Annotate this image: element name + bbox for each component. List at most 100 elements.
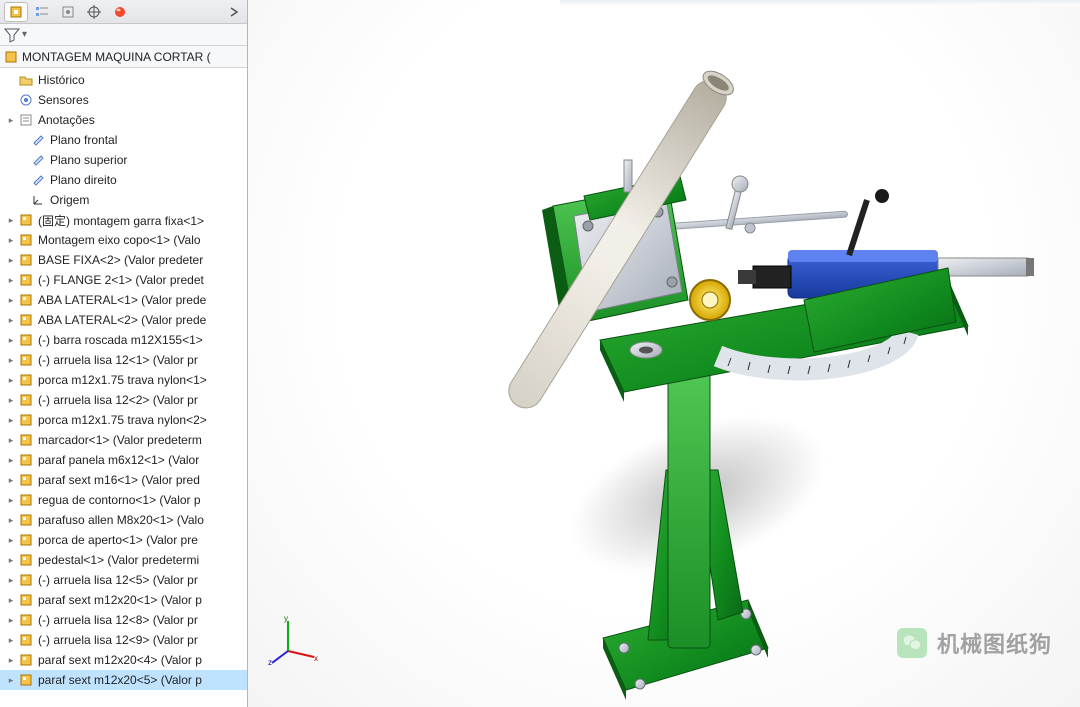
tree-node[interactable]: ▸ (-) arruela lisa 12<2> (Valor pr: [0, 390, 247, 410]
tree-node-label: (-) FLANGE 2<1> (Valor predet: [38, 273, 204, 287]
tree-node[interactable]: ▸(-) arruela lisa 12<8> (Valor pr: [0, 610, 247, 630]
tree-node-label: (-) barra roscada m12X155<1>: [38, 333, 203, 347]
expand-toggle-icon[interactable]: ▸: [6, 435, 16, 445]
tab-assembly[interactable]: [4, 2, 28, 22]
tree-node[interactable]: ▸pedestal<1> (Valor predetermi: [0, 550, 247, 570]
tree-node[interactable]: ▸porca m12x1.75 trava nylon<1>: [0, 370, 247, 390]
orientation-triad[interactable]: x y z: [268, 613, 322, 667]
tree-node[interactable]: ▸ (-) barra roscada m12X155<1>: [0, 330, 247, 350]
tree-node[interactable]: ▸paraf sext m12x20<4> (Valor p: [0, 650, 247, 670]
expand-toggle-icon[interactable]: ▸: [6, 415, 16, 425]
expand-toggle-icon[interactable]: ▸: [6, 535, 16, 545]
part-icon: [18, 552, 34, 568]
tab-appearance[interactable]: [108, 2, 132, 22]
expand-toggle-icon[interactable]: [18, 155, 28, 165]
funnel-icon: [4, 27, 20, 43]
tree-node-label: paraf sext m12x20<1> (Valor p: [38, 593, 202, 607]
expand-toggle-icon[interactable]: ▸: [6, 555, 16, 565]
expand-toggle-icon[interactable]: ▸: [6, 675, 16, 685]
expand-toggle-icon[interactable]: ▸: [6, 455, 16, 465]
tree-node[interactable]: ▸Montagem eixo copo<1> (Valo: [0, 230, 247, 250]
tree-node-label: Anotações: [38, 113, 95, 127]
tree-filter-bar[interactable]: ▾: [0, 24, 247, 46]
expand-toggle-icon[interactable]: ▸: [6, 335, 16, 345]
tree-node[interactable]: Origem: [0, 190, 247, 210]
tree-node[interactable]: ▸ (-) arruela lisa 12<9> (Valor pr: [0, 630, 247, 650]
feature-tree: Histórico Sensores ▸ Anotações Plano frontal…: [0, 68, 247, 707]
part-icon: [18, 572, 34, 588]
expand-toggle-icon[interactable]: ▸: [6, 395, 16, 405]
triad-x-label: x: [314, 654, 318, 663]
tree-node[interactable]: Plano superior: [0, 150, 247, 170]
tree-node[interactable]: ▸ (-) arruela lisa 12<5> (Valor pr: [0, 570, 247, 590]
tab-feature-tree[interactable]: [30, 2, 54, 22]
tree-node[interactable]: ▸paraf sext m12x20<5> (Valor p: [0, 670, 247, 690]
tree-node[interactable]: Plano direito: [0, 170, 247, 190]
tree-node[interactable]: ▸regua de contorno<1> (Valor p: [0, 490, 247, 510]
panel-tab-strip: [0, 0, 247, 24]
expand-toggle-icon[interactable]: [18, 175, 28, 185]
expand-toggle-icon[interactable]: [18, 195, 28, 205]
tree-node[interactable]: ▸ (固定) montagem garra fixa<1>: [0, 210, 247, 230]
tree-node[interactable]: ▸parafuso allen M8x20<1> (Valo: [0, 510, 247, 530]
graphics-viewport[interactable]: x y z 机械图纸狗: [248, 0, 1080, 707]
tree-node-label: (-) arruela lisa 12<5> (Valor pr: [38, 573, 198, 587]
tree-node-label: porca de aperto<1> (Valor pre: [38, 533, 198, 547]
expand-toggle-icon[interactable]: [6, 75, 16, 85]
tree-node-label: (-) arruela lisa 12<9> (Valor pr: [38, 633, 198, 647]
expand-toggle-icon[interactable]: ▸: [6, 475, 16, 485]
expand-toggle-icon[interactable]: ▸: [6, 115, 16, 125]
tree-node[interactable]: ▸ ABA LATERAL<2> (Valor prede: [0, 310, 247, 330]
expand-toggle-icon[interactable]: ▸: [6, 315, 16, 325]
tree-node-label: paraf panela m6x12<1> (Valor: [38, 453, 199, 467]
expand-toggle-icon[interactable]: ▸: [6, 355, 16, 365]
tree-node[interactable]: Plano frontal: [0, 130, 247, 150]
panel-collapse-chevron-icon[interactable]: [225, 3, 243, 21]
tree-node[interactable]: Sensores: [0, 90, 247, 110]
tree-node[interactable]: ▸ (-) FLANGE 2<1> (Valor predet: [0, 270, 247, 290]
tree-node-label: (-) arruela lisa 12<2> (Valor pr: [38, 393, 198, 407]
expand-toggle-icon[interactable]: ▸: [6, 495, 16, 505]
expand-toggle-icon[interactable]: ▸: [6, 215, 16, 225]
tree-node[interactable]: ▸paraf sext m16<1> (Valor pred: [0, 470, 247, 490]
expand-toggle-icon[interactable]: ▸: [6, 655, 16, 665]
expand-toggle-icon[interactable]: ▸: [6, 635, 16, 645]
tree-node-label: ABA LATERAL<2> (Valor prede: [38, 313, 206, 327]
part-icon: [18, 492, 34, 508]
expand-toggle-icon[interactable]: [6, 95, 16, 105]
expand-toggle-icon[interactable]: ▸: [6, 575, 16, 585]
tab-config[interactable]: [56, 2, 80, 22]
expand-toggle-icon[interactable]: ▸: [6, 255, 16, 265]
assembly-icon: [9, 5, 23, 19]
part-icon: [18, 332, 34, 348]
expand-toggle-icon[interactable]: ▸: [6, 295, 16, 305]
part-icon: [18, 292, 34, 308]
part-icon: [18, 252, 34, 268]
tree-node[interactable]: ▸BASE FIXA<2> (Valor predeter: [0, 250, 247, 270]
annot-icon: [18, 112, 34, 128]
tree-node[interactable]: ▸(-) arruela lisa 12<1> (Valor pr: [0, 350, 247, 370]
expand-toggle-icon[interactable]: [18, 135, 28, 145]
filter-dropdown-icon[interactable]: ▾: [22, 29, 27, 40]
tree-node-label: Histórico: [38, 73, 85, 87]
expand-toggle-icon[interactable]: ▸: [6, 595, 16, 605]
assembly-root-row[interactable]: MONTAGEM MAQUINA CORTAR (: [0, 46, 247, 68]
plane-icon: [30, 132, 46, 148]
tree-node[interactable]: ▸ABA LATERAL<1> (Valor prede: [0, 290, 247, 310]
tree-node[interactable]: ▸ Anotações: [0, 110, 247, 130]
part-icon: [18, 392, 34, 408]
expand-toggle-icon[interactable]: ▸: [6, 235, 16, 245]
expand-toggle-icon[interactable]: ▸: [6, 375, 16, 385]
tree-node-label: (固定) montagem garra fixa<1>: [38, 212, 204, 229]
tree-node[interactable]: ▸porca m12x1.75 trava nylon<2>: [0, 410, 247, 430]
tree-node[interactable]: ▸ paraf panela m6x12<1> (Valor: [0, 450, 247, 470]
tree-node[interactable]: ▸ paraf sext m12x20<1> (Valor p: [0, 590, 247, 610]
expand-toggle-icon[interactable]: ▸: [6, 515, 16, 525]
tree-node[interactable]: ▸marcador<1> (Valor predeterm: [0, 430, 247, 450]
expand-toggle-icon[interactable]: ▸: [6, 275, 16, 285]
tree-node[interactable]: ▸ porca de aperto<1> (Valor pre: [0, 530, 247, 550]
tree-node[interactable]: Histórico: [0, 70, 247, 90]
plane-icon: [30, 152, 46, 168]
tab-display[interactable]: [82, 2, 106, 22]
expand-toggle-icon[interactable]: ▸: [6, 615, 16, 625]
